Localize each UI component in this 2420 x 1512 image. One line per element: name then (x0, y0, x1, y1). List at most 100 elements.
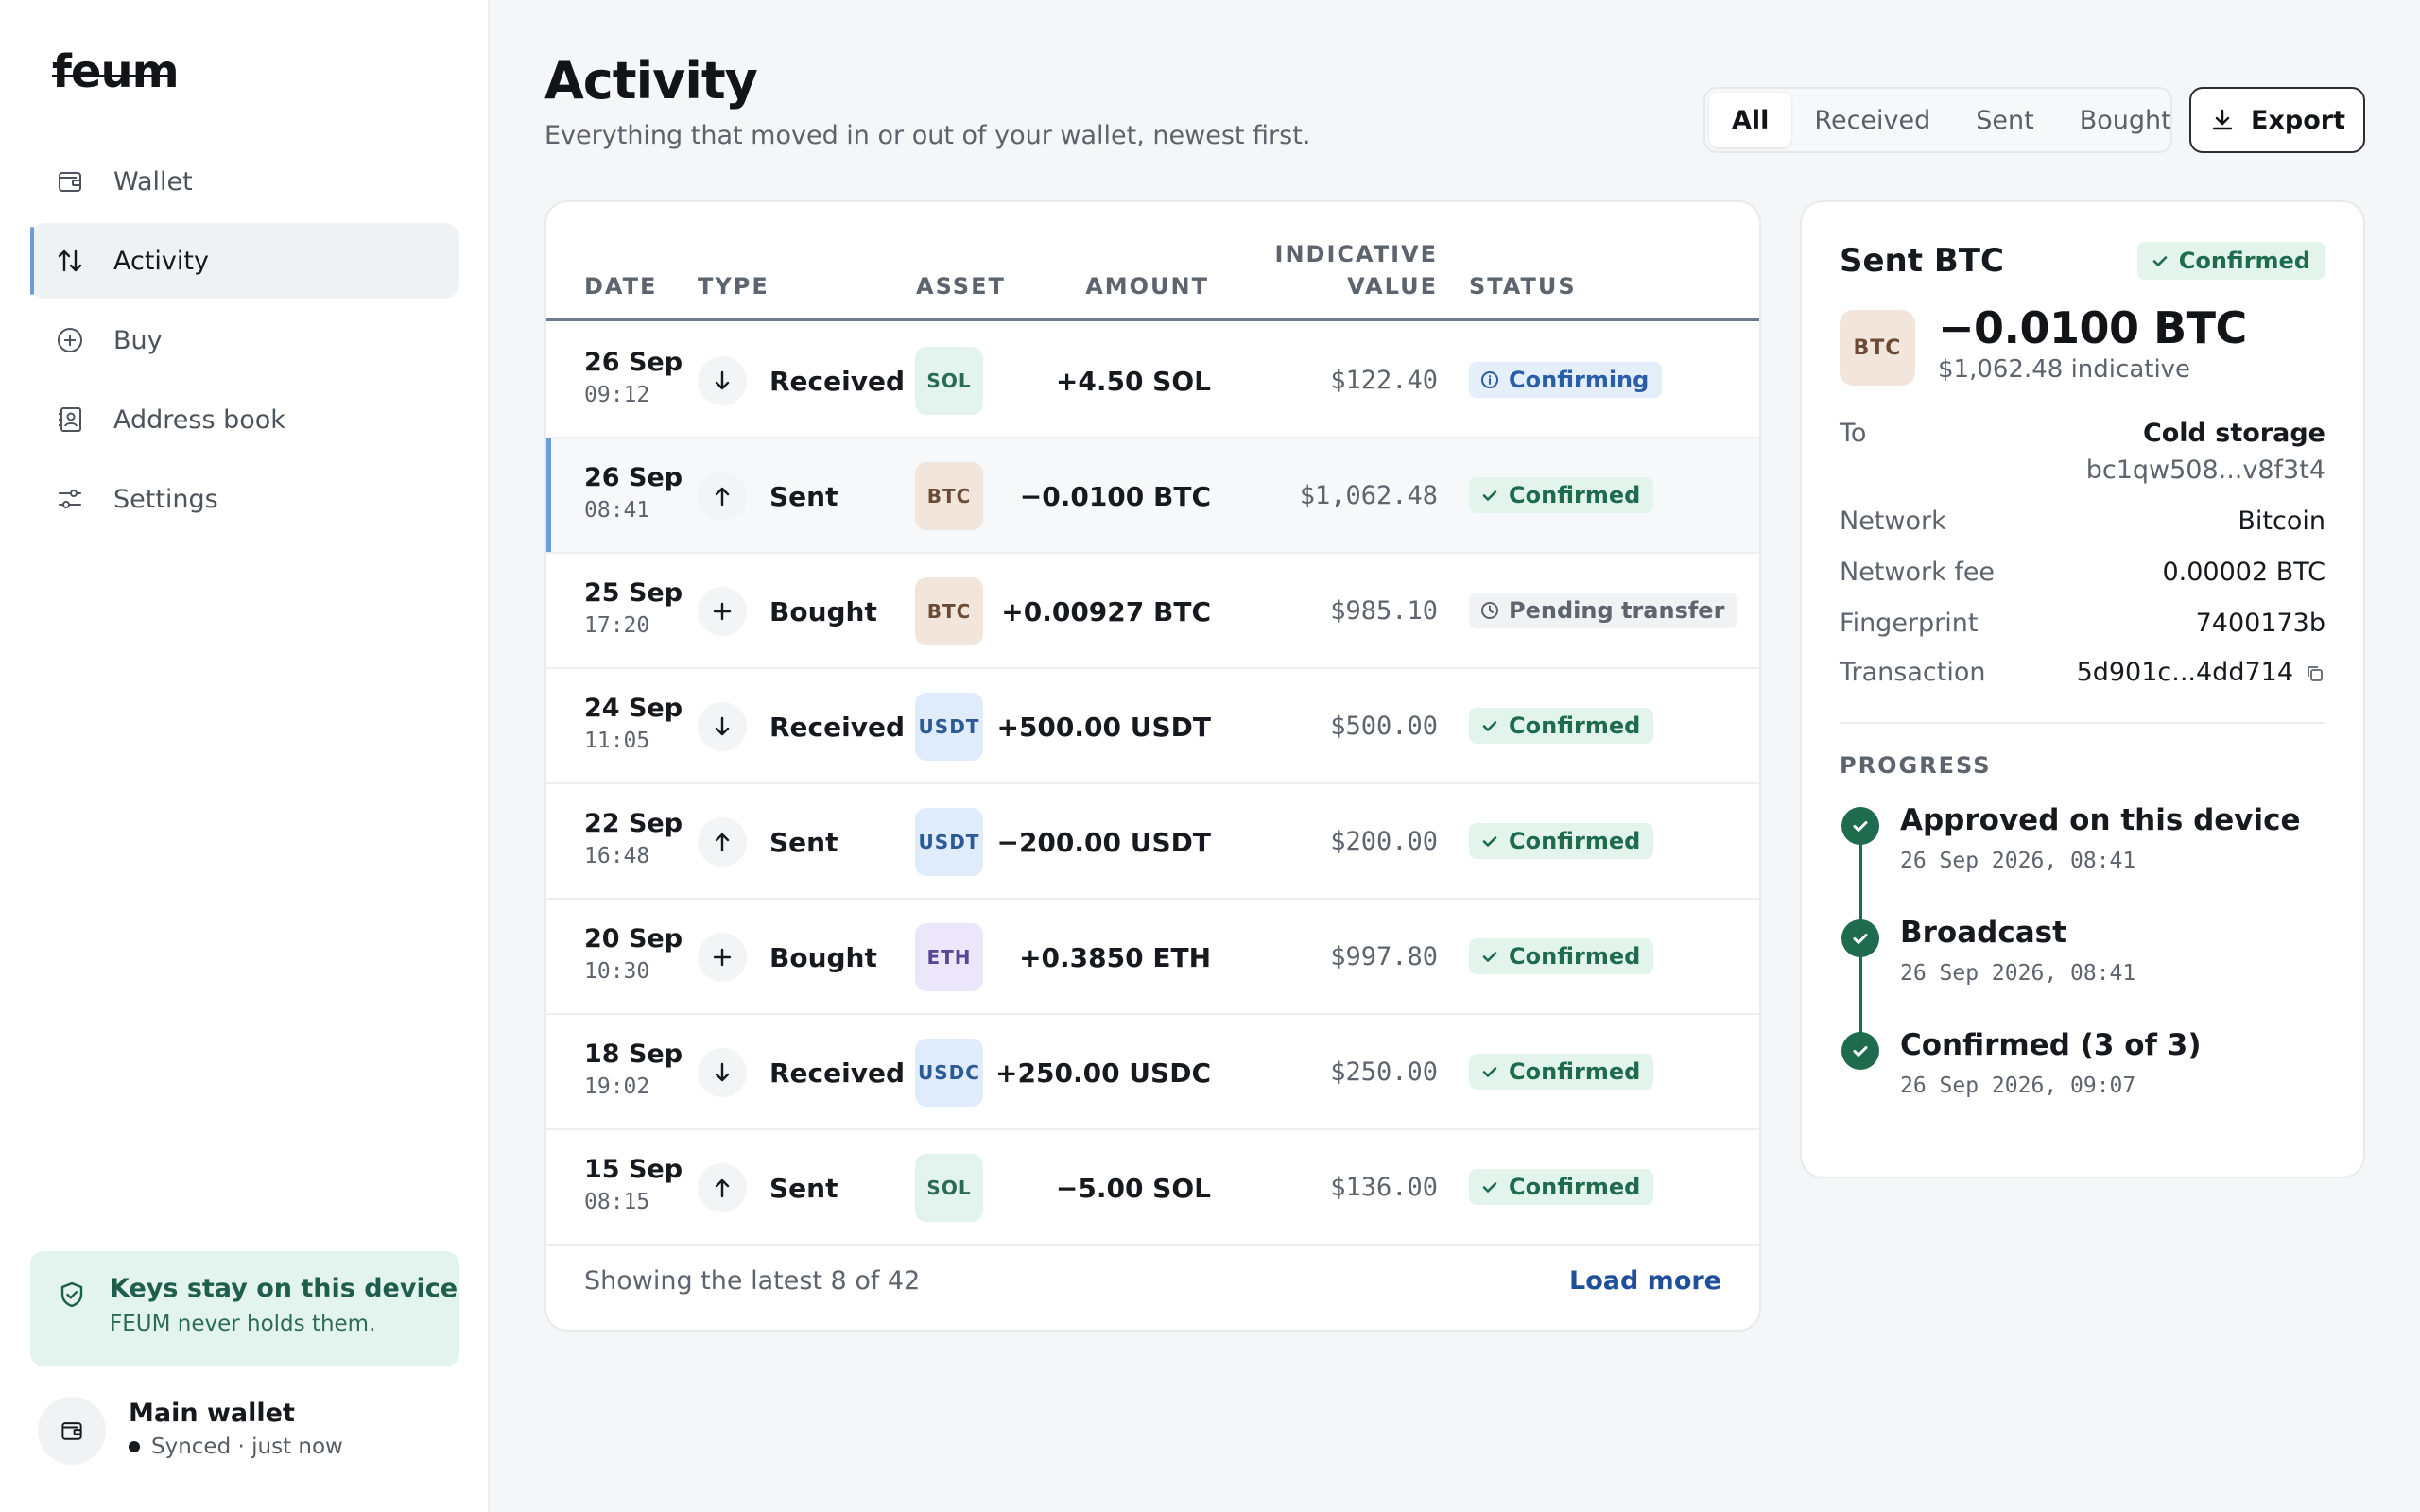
status-label: Confirmed (1509, 943, 1641, 970)
table-header: DATE TYPE ASSET AMOUNT INDICATIVE VALUE … (546, 202, 1759, 321)
row-time: 08:15 (584, 1190, 650, 1214)
row-indicative-value: $122.40 (1330, 366, 1438, 395)
row-time: 11:05 (584, 729, 650, 753)
step-title: Confirmed (3 of 3) (1900, 1028, 2202, 1062)
table-row[interactable]: 15 Sep 08:15 Sent SOL −5.00 SOL $136.00 Confir… (546, 1130, 1759, 1246)
check-icon (1480, 947, 1509, 966)
table-row[interactable]: 26 Sep 08:41 Sent BTC −0.0100 BTC $1,062.48 Co… (546, 438, 1759, 554)
row-amount: +500.00 USDT (996, 712, 1211, 743)
table-footer: Showing the latest 8 of 42 Load more (546, 1242, 1759, 1330)
wallet-icon (61, 1422, 82, 1440)
check-icon (1480, 1062, 1509, 1081)
check-icon (1480, 486, 1509, 505)
row-amount: −0.0100 BTC (1019, 481, 1211, 512)
row-type: Received (769, 366, 906, 397)
arrow-down-icon (698, 702, 747, 751)
copy-icon[interactable] (2305, 663, 2325, 684)
row-amount: +250.00 USDC (995, 1057, 1211, 1089)
status-badge: Confirmed (1469, 938, 1654, 974)
asset-badge: BTC (1840, 310, 1915, 386)
row-type: Received (769, 1057, 906, 1089)
row-time: 19:02 (584, 1074, 650, 1099)
row-type: Bought (769, 942, 877, 973)
app-logo[interactable]: feum (52, 47, 180, 96)
status-label: Confirmed (1509, 713, 1641, 739)
check-icon (1480, 1177, 1509, 1196)
step-title: Broadcast (1900, 916, 2066, 950)
row-indicative-value: $997.80 (1330, 942, 1438, 971)
filter-bought[interactable]: Bought (2057, 93, 2194, 147)
row-amount: −200.00 USDT (996, 827, 1211, 858)
sidebar-item-activity[interactable]: Activity (30, 223, 459, 299)
filter-received[interactable]: Received (1791, 93, 1953, 147)
sliders-icon (54, 483, 86, 515)
col-value-line2: VALUE (1347, 273, 1438, 300)
filter-sent[interactable]: Sent (1953, 93, 2056, 147)
status-label: Confirming (1509, 367, 1650, 393)
network-fee-value: 0.00002 BTC (2162, 558, 2325, 587)
sidebar: feum Wallet Activity Buy Address book Se… (0, 0, 490, 1512)
sidebar-item-buy[interactable]: Buy (30, 302, 459, 378)
to-address[interactable]: bc1qw508...v8f3t4 (2086, 455, 2325, 485)
row-amount: +0.00927 BTC (1001, 596, 1211, 627)
info-icon (1480, 370, 1509, 389)
showing-count: Showing the latest 8 of 42 (584, 1266, 921, 1296)
arrow-down-icon (698, 1048, 747, 1097)
wallet-switcher[interactable]: Main wallet Synced · just now (38, 1397, 454, 1472)
table-row[interactable]: 22 Sep 16:48 Sent USDT −200.00 USDT $200.00 Co… (546, 784, 1759, 900)
row-indicative-value: $200.00 (1330, 827, 1438, 856)
check-icon (2152, 256, 2168, 266)
table-row[interactable]: 25 Sep 17:20 Bought BTC +0.00927 BTC $985.10 P… (546, 554, 1759, 669)
step-time: 26 Sep 2026, 08:41 (1900, 961, 2136, 986)
transaction-label: Transaction (1840, 658, 1986, 687)
transaction-detail-panel: Sent BTC Confirmed BTC −0.0100 BTC $1,06… (1800, 200, 2365, 1178)
sidebar-item-settings[interactable]: Settings (30, 461, 459, 537)
export-button[interactable]: Export (2189, 87, 2365, 153)
row-date-day: 25 Sep (584, 578, 683, 608)
row-indicative-value: $985.10 (1330, 596, 1438, 626)
row-date: 26 Sep 08:41 (584, 463, 683, 523)
progress-heading: PROGRESS (1840, 752, 1992, 779)
sidebar-item-label: Wallet (113, 166, 193, 197)
col-date: DATE (584, 273, 658, 300)
filter-all[interactable]: All (1709, 93, 1792, 147)
col-amount: AMOUNT (1085, 273, 1209, 300)
row-date-day: 15 Sep (584, 1155, 683, 1184)
asset-badge: BTC (915, 577, 983, 645)
table-row[interactable]: 20 Sep 10:30 Bought ETH +0.3850 ETH $997.80 Co… (546, 900, 1759, 1015)
arrow-up-icon (698, 1163, 747, 1212)
download-icon (2212, 109, 2233, 130)
activity-table: DATE TYPE ASSET AMOUNT INDICATIVE VALUE … (544, 200, 1761, 1332)
sidebar-item-label: Settings (113, 484, 218, 514)
detail-amount: −0.0100 BTC (1938, 302, 2247, 353)
fingerprint-value: 7400173b (2195, 609, 2325, 638)
arrow-up-icon (698, 817, 747, 867)
row-date-day: 24 Sep (584, 694, 683, 723)
status-label: Confirmed (1509, 828, 1641, 854)
status-badge: Confirmed (2136, 242, 2325, 280)
row-date: 20 Sep 10:30 (584, 924, 683, 984)
activity-filter: All Received Sent Bought (1703, 87, 2172, 153)
plus-circle-icon (54, 324, 86, 356)
transaction-value[interactable]: 5d901c...4dd714 (2077, 658, 2325, 687)
row-date-day: 26 Sep (584, 348, 683, 377)
row-type: Sent (769, 481, 838, 512)
load-more-button[interactable]: Load more (1569, 1266, 1721, 1296)
table-row[interactable]: 26 Sep 09:12 Received SOL +4.50 SOL $122.40 Co… (546, 323, 1759, 438)
sidebar-item-address-book[interactable]: Address book (30, 382, 459, 457)
table-row[interactable]: 24 Sep 11:05 Received USDT +500.00 USDT $500.… (546, 669, 1759, 784)
table-row[interactable]: 18 Sep 19:02 Received USDC +250.00 USDC $250.… (546, 1015, 1759, 1130)
step-check-icon (1841, 807, 1879, 845)
shield-check-icon (60, 1281, 83, 1308)
asset-badge: ETH (915, 923, 983, 991)
asset-badge: USDT (915, 693, 983, 761)
status-badge: Confirming (1469, 362, 1663, 398)
row-amount: +0.3850 ETH (1019, 942, 1211, 973)
check-icon (1480, 716, 1509, 735)
plus-icon (698, 933, 747, 982)
row-date-day: 20 Sep (584, 924, 683, 954)
row-time: 09:12 (584, 383, 650, 407)
fingerprint-label: Fingerprint (1840, 609, 1979, 638)
sidebar-item-wallet[interactable]: Wallet (30, 144, 459, 219)
status-badge: Confirmed (1469, 1054, 1654, 1090)
